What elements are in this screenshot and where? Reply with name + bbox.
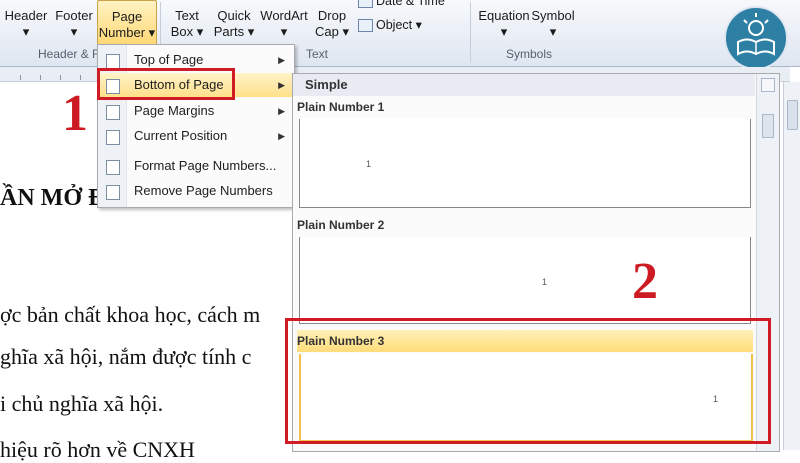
drop-cap-button[interactable]: Drop Cap ▾ <box>312 0 352 48</box>
object-button[interactable]: Object ▾ <box>358 17 422 33</box>
document-line: ợc bản chất khoa học, cách m <box>0 302 261 327</box>
menu-item-page-margins[interactable]: Page Margins ▶ <box>98 99 294 123</box>
footer-dropdown-icon: ▾ <box>70 24 78 39</box>
menu-item-format-page-numbers[interactable]: Format Page Numbers... <box>98 154 294 178</box>
date-time-button[interactable]: Date & Time <box>358 0 445 9</box>
ruler-tick <box>60 75 61 80</box>
symbol-dropdown-icon: ▾ <box>549 24 557 39</box>
quick-parts-label-1: Quick <box>217 8 251 23</box>
highlight-box-step-1 <box>97 68 235 100</box>
header-label: Header <box>4 8 48 23</box>
document-line: i chủ nghĩa xã hội. <box>0 391 164 416</box>
calendar-icon <box>358 0 373 9</box>
group-label-header-footer: Header & F <box>38 47 100 61</box>
page-margins-icon <box>106 105 120 120</box>
quick-parts-button[interactable]: Quick Parts ▾ <box>212 0 256 48</box>
brand-logo <box>724 6 788 70</box>
gallery-section-header: Simple <box>293 74 755 96</box>
header-dropdown-icon: ▾ <box>22 24 30 39</box>
date-time-label: Date & Time <box>376 0 445 8</box>
page-number-label-2: Number ▾ <box>98 25 156 40</box>
ruler-tick <box>20 75 21 80</box>
annotation-step-1: 1 <box>62 85 88 142</box>
equation-label: Equation <box>478 8 530 23</box>
submenu-arrow-icon: ▶ <box>278 55 285 65</box>
document-scrollbar[interactable] <box>783 82 800 450</box>
group-label-symbols: Symbols <box>506 47 553 61</box>
wordart-button[interactable]: WordArt ▾ <box>257 0 311 48</box>
current-position-icon <box>106 130 120 145</box>
quick-parts-label-2: Parts ▾ <box>213 24 255 39</box>
scroll-up-icon[interactable] <box>761 78 775 92</box>
annotation-step-2: 2 <box>632 253 658 310</box>
submenu-arrow-icon: ▶ <box>278 80 285 90</box>
menu-item-remove-page-numbers[interactable]: Remove Page Numbers <box>98 179 294 203</box>
gallery-item-title: Plain Number 2 <box>297 218 385 232</box>
menu-item-label: Page Margins <box>134 103 215 118</box>
scrollbar-thumb[interactable] <box>787 100 798 130</box>
document-line: ghĩa xã hội, nắm được tính c <box>0 344 252 369</box>
text-box-label-2: Box ▾ <box>170 24 204 39</box>
gallery-scrollbar-thumb[interactable] <box>762 114 774 138</box>
page-top-icon <box>106 54 120 69</box>
page-number-label-1: Page <box>111 9 143 24</box>
submenu-arrow-icon: ▶ <box>278 106 285 116</box>
highlight-box-step-2 <box>285 318 771 444</box>
group-separator <box>470 2 471 62</box>
menu-item-label: Current Position <box>134 128 228 143</box>
group-label-text: Text <box>306 47 329 61</box>
drop-cap-label-1: Drop <box>317 8 347 23</box>
wordart-dropdown-icon: ▾ <box>280 24 288 39</box>
document-line: hiệu rõ hơn về CNXH <box>0 437 195 462</box>
header-button[interactable]: Header ▾ <box>4 0 48 48</box>
menu-item-label: Format Page Numbers... <box>134 158 277 173</box>
drop-cap-label-2: Cap ▾ <box>315 24 349 39</box>
menu-item-current-position[interactable]: Current Position ▶ <box>98 124 294 148</box>
page-number-button[interactable]: Page Number ▾ <box>97 0 157 46</box>
equation-button[interactable]: Equation ▾ <box>476 0 532 48</box>
lightbulb-book-icon <box>737 13 775 56</box>
page-number-preview: 1 <box>542 277 548 287</box>
object-icon <box>358 19 373 33</box>
page-number-preview: 1 <box>366 159 372 169</box>
footer-button[interactable]: Footer ▾ <box>52 0 96 48</box>
wordart-label: WordArt <box>260 8 308 23</box>
remove-icon <box>106 185 120 200</box>
text-box-button[interactable]: Text Box ▾ <box>166 0 208 48</box>
text-box-label-1: Text <box>175 8 199 23</box>
ruler-tick <box>40 75 41 80</box>
menu-item-label: Remove Page Numbers <box>134 183 273 198</box>
format-icon <box>106 160 120 175</box>
equation-dropdown-icon: ▾ <box>500 24 508 39</box>
object-label: Object <box>376 18 413 32</box>
footer-label: Footer <box>55 8 93 23</box>
submenu-arrow-icon: ▶ <box>278 131 285 141</box>
ruler-tick <box>80 75 81 80</box>
symbol-button[interactable]: Symbol ▾ <box>530 0 576 48</box>
gallery-item-plain-number-1[interactable]: 1 <box>299 119 751 208</box>
gallery-item-title: Plain Number 1 <box>297 100 385 114</box>
gallery-item-plain-number-2[interactable]: 1 <box>299 237 751 324</box>
symbol-label: Symbol <box>531 8 575 23</box>
